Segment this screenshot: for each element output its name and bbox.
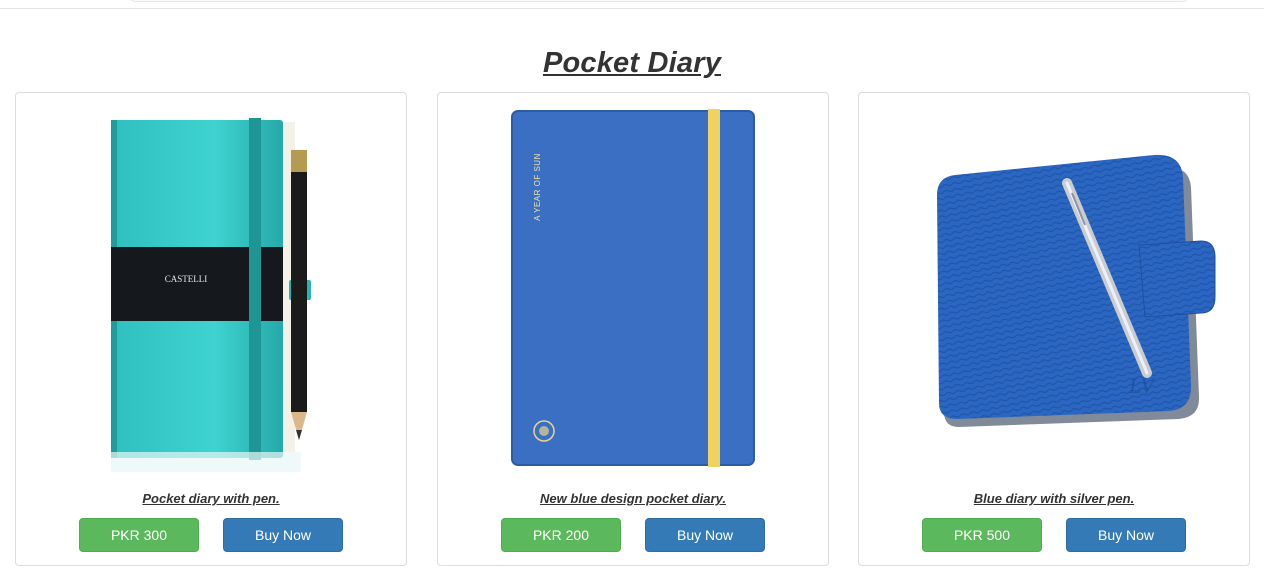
brand-logo-text: CASTELLI	[165, 274, 208, 284]
buy-now-button[interactable]: Buy Now	[645, 518, 765, 552]
product-caption[interactable]: New blue design pocket diary.	[438, 491, 828, 506]
monogram-mark: LV	[1128, 373, 1156, 398]
blue-notebook-image: A YEAR OF SUN	[511, 109, 755, 467]
product-card: A YEAR OF SUN New blue design pocket dia…	[437, 92, 829, 566]
product-caption[interactable]: Pocket diary with pen.	[16, 491, 406, 506]
price-button[interactable]: PKR 500	[922, 518, 1042, 552]
product-image[interactable]: LV	[859, 93, 1249, 481]
product-card: CASTELLI Pocket diary with pen. PKR 300 …	[15, 92, 407, 566]
teal-notebook-image: CASTELLI	[111, 118, 311, 472]
price-button[interactable]: PKR 300	[79, 518, 199, 552]
price-button[interactable]: PKR 200	[501, 518, 621, 552]
top-nav-edge	[0, 0, 1264, 9]
product-caption[interactable]: Blue diary with silver pen.	[859, 491, 1249, 506]
product-image[interactable]: A YEAR OF SUN	[438, 93, 828, 481]
blue-leather-diary-image: LV	[937, 154, 1216, 428]
cover-text: A YEAR OF SUN	[533, 153, 542, 221]
product-image[interactable]: CASTELLI	[16, 93, 406, 481]
search-bar-edge[interactable]	[128, 0, 1190, 2]
product-card: LV Blue diary with silver pen. PKR 500 B…	[858, 92, 1250, 566]
page-title: Pocket Diary	[542, 47, 722, 79]
buy-now-button[interactable]: Buy Now	[223, 518, 343, 552]
buy-now-button[interactable]: Buy Now	[1066, 518, 1186, 552]
